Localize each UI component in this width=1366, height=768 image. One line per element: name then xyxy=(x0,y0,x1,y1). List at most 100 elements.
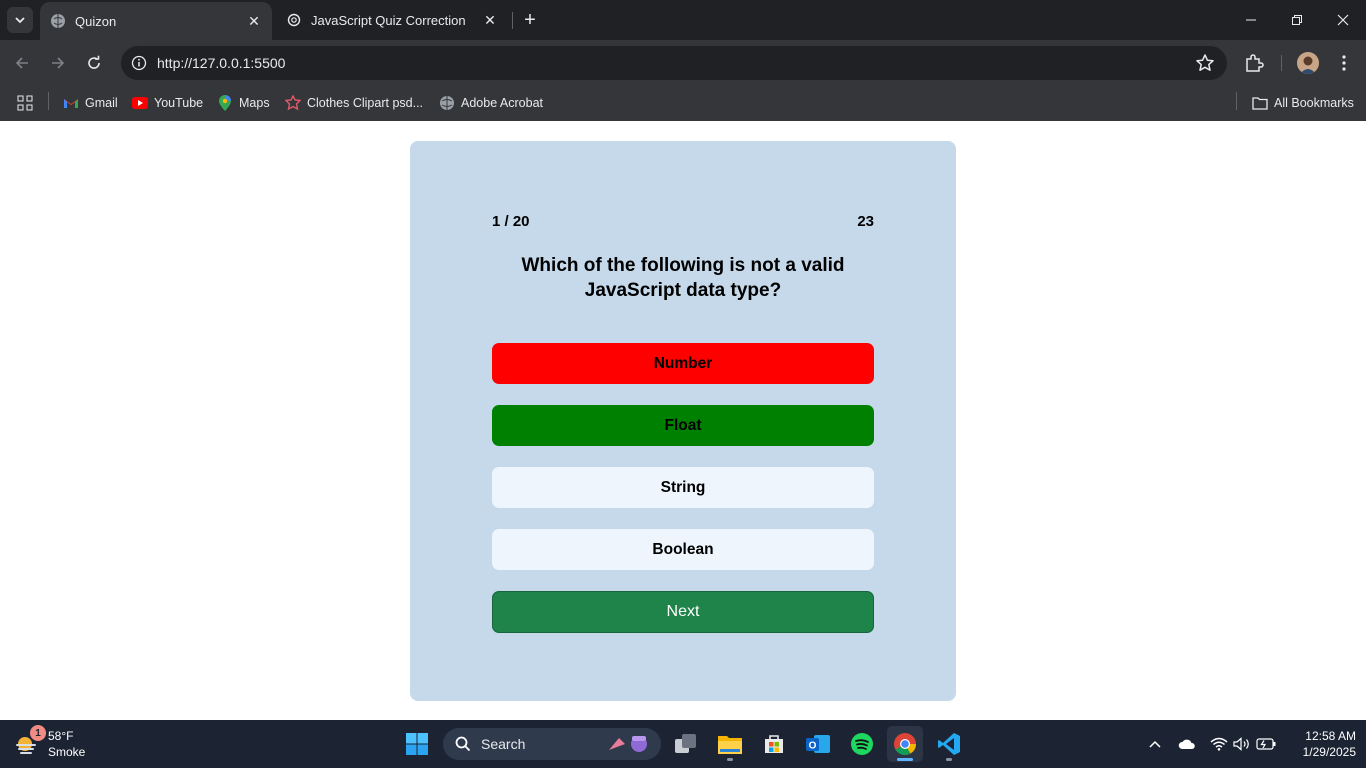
extensions-button[interactable] xyxy=(1243,52,1265,74)
menu-button[interactable] xyxy=(1333,52,1355,74)
running-indicator xyxy=(727,758,733,761)
tab-search-button[interactable] xyxy=(7,7,33,33)
folder-icon xyxy=(1252,95,1268,111)
store-icon xyxy=(765,735,783,753)
minimize-button[interactable] xyxy=(1228,0,1274,40)
restore-button[interactable] xyxy=(1274,0,1320,40)
task-view-icon xyxy=(675,734,696,753)
forward-button[interactable] xyxy=(45,50,71,76)
toolbar-divider xyxy=(1281,55,1282,71)
puzzle-icon xyxy=(1246,54,1264,72)
close-tab-icon[interactable]: ✕ xyxy=(480,10,500,30)
onedrive-icon[interactable] xyxy=(1175,732,1199,756)
search-icon xyxy=(455,736,471,752)
search-highlight-icon xyxy=(609,736,647,752)
answer-option-number[interactable]: Number xyxy=(492,343,874,384)
tab-title: JavaScript Quiz Correction xyxy=(311,12,466,28)
outlook-icon: O xyxy=(806,735,830,753)
answer-option-boolean[interactable]: Boolean xyxy=(492,529,874,570)
taskbar-spotify[interactable] xyxy=(844,726,880,762)
browser-tabstrip: Quizon ✕ JavaScript Quiz Correction ✕ + xyxy=(0,0,1366,40)
reload-button[interactable] xyxy=(81,50,107,76)
svg-text:O: O xyxy=(809,741,817,752)
restore-icon xyxy=(1292,15,1302,25)
weather-smoke-icon: 1 xyxy=(14,725,46,757)
taskbar-chrome[interactable] xyxy=(887,726,923,762)
tab-quizon[interactable]: Quizon ✕ xyxy=(40,2,272,40)
spotify-icon xyxy=(851,733,873,755)
quiz-container: 1 / 20 23 Which of the following is not … xyxy=(492,211,874,633)
task-view-button[interactable] xyxy=(668,726,704,762)
bookmark-star-icon[interactable] xyxy=(1195,53,1215,73)
taskbar-clock[interactable]: 12:58 AM 1/29/2025 xyxy=(1284,728,1356,760)
tab-divider xyxy=(512,12,513,29)
globe-icon xyxy=(50,13,66,29)
windows-taskbar: 1 58°F Smoke Search O 12:58 AM 1/29/2025 xyxy=(0,720,1366,768)
bookmark-youtube[interactable]: YouTube xyxy=(132,92,203,114)
weather-temperature: 58°F xyxy=(48,729,74,743)
question-text: Which of the following is not a valid Ja… xyxy=(521,255,845,301)
quiz-score: 23 xyxy=(857,212,874,230)
kebab-menu-icon xyxy=(1342,55,1346,71)
running-indicator xyxy=(946,758,952,761)
close-window-button[interactable] xyxy=(1320,0,1366,40)
address-bar[interactable]: http://127.0.0.1:5500 xyxy=(121,46,1227,80)
search-placeholder: Search xyxy=(481,736,526,752)
bookmark-label: YouTube xyxy=(154,96,204,110)
volume-icon[interactable] xyxy=(1230,732,1254,756)
minimize-icon xyxy=(1246,19,1256,21)
windows-logo-icon xyxy=(406,733,428,755)
all-bookmarks-button[interactable]: All Bookmarks xyxy=(1252,92,1354,114)
tab-javascript-quiz-correction[interactable]: JavaScript Quiz Correction ✕ xyxy=(278,0,508,40)
bookmarks-divider xyxy=(48,92,49,110)
taskbar-search[interactable]: Search xyxy=(443,728,661,760)
start-button[interactable] xyxy=(399,726,435,762)
answer-option-string[interactable]: String xyxy=(492,467,874,508)
gmail-icon xyxy=(63,95,79,111)
new-tab-button[interactable]: + xyxy=(519,9,541,31)
site-info-icon[interactable] xyxy=(127,51,151,75)
show-hidden-icons[interactable] xyxy=(1143,732,1167,756)
bookmarks-divider xyxy=(1236,92,1237,110)
bookmark-adobe-acrobat[interactable]: Adobe Acrobat xyxy=(439,92,543,114)
arrow-right-icon xyxy=(52,57,65,69)
chevron-down-icon xyxy=(15,17,25,24)
weather-widget[interactable]: 1 58°F Smoke xyxy=(14,725,86,762)
taskbar-microsoft-store[interactable] xyxy=(756,726,792,762)
weather-condition: Smoke xyxy=(48,745,86,759)
bookmark-label: Gmail xyxy=(85,96,118,110)
chrome-icon xyxy=(894,733,916,755)
bookmark-clothes-clipart[interactable]: Clothes Clipart psd... xyxy=(285,92,423,114)
bookmark-label: Maps xyxy=(239,96,270,110)
close-icon xyxy=(1337,14,1349,26)
apps-grid-icon xyxy=(17,95,33,111)
answer-option-float[interactable]: Float xyxy=(492,405,874,446)
clock-date: 1/29/2025 xyxy=(1302,745,1356,759)
wifi-icon[interactable] xyxy=(1207,732,1231,756)
bookmark-label: Clothes Clipart psd... xyxy=(307,96,424,110)
openai-icon xyxy=(286,12,302,28)
youtube-icon xyxy=(132,95,148,111)
clipart-icon xyxy=(285,95,301,111)
browser-toolbar: http://127.0.0.1:5500 xyxy=(0,40,1366,86)
taskbar-vscode[interactable] xyxy=(931,726,967,762)
close-tab-icon[interactable]: ✕ xyxy=(244,11,264,31)
arrow-left-icon xyxy=(15,57,28,69)
question-progress: 1 / 20 xyxy=(492,212,530,230)
profile-avatar[interactable] xyxy=(1297,52,1319,74)
globe-icon xyxy=(439,95,455,111)
all-bookmarks-label: All Bookmarks xyxy=(1274,96,1354,110)
bookmark-maps[interactable]: Maps xyxy=(217,92,270,114)
bookmark-gmail[interactable]: Gmail xyxy=(63,92,118,114)
chevron-up-icon xyxy=(1149,740,1161,748)
next-button[interactable]: Next xyxy=(492,591,874,633)
clock-time: 12:58 AM xyxy=(1305,729,1356,743)
back-button[interactable] xyxy=(9,50,35,76)
bookmark-label: Adobe Acrobat xyxy=(461,96,544,110)
apps-button[interactable] xyxy=(17,92,33,114)
taskbar-outlook[interactable]: O xyxy=(800,726,836,762)
taskbar-file-explorer[interactable] xyxy=(712,726,748,762)
battery-icon[interactable] xyxy=(1254,732,1278,756)
tab-title: Quizon xyxy=(75,13,117,29)
answer-options: Number Float String Boolean xyxy=(492,343,874,570)
